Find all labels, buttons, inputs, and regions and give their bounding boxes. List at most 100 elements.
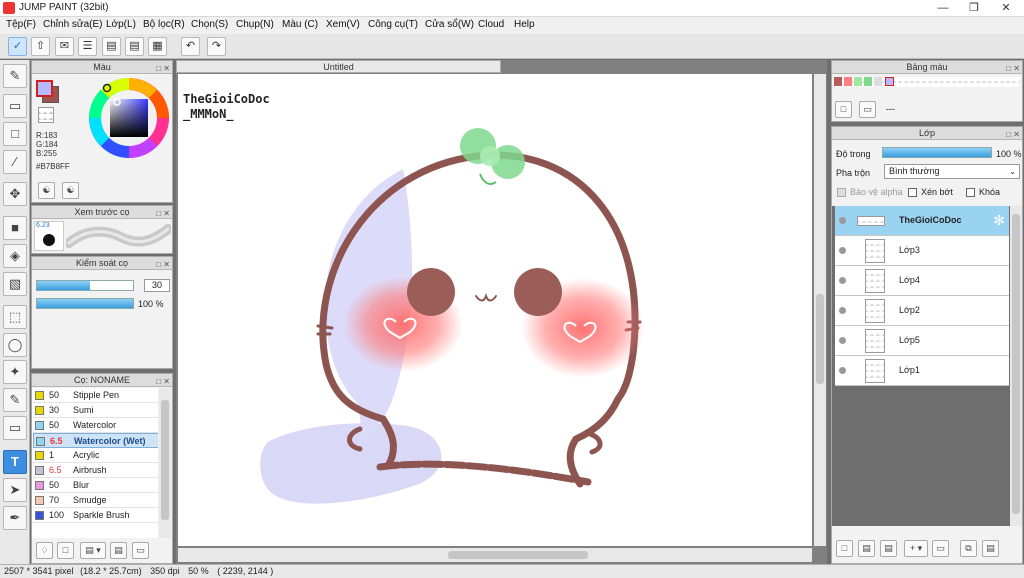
menu-file[interactable]: Tệp(F) xyxy=(6,19,36,30)
blend-mode-select[interactable]: Bình thường ⌄ xyxy=(884,164,1020,179)
panel-close-icon[interactable]: □ ✕ xyxy=(156,207,170,220)
menu-help[interactable]: Help xyxy=(514,19,535,30)
brush-settings-icon[interactable]: ▤ xyxy=(110,542,127,559)
brush-item-watercolor[interactable]: 50 Watercolor xyxy=(33,418,158,433)
brush-add-dropdown-icon[interactable]: ▤ ▾ xyxy=(80,542,106,559)
menu-capture[interactable]: Chụp(N) xyxy=(236,19,274,30)
rect-select-icon[interactable]: ⬚ xyxy=(3,305,27,329)
palette-new-icon[interactable]: □ xyxy=(835,101,852,118)
menu-filter[interactable]: Bộ lọc(R) xyxy=(143,19,185,30)
palette-delete-icon[interactable]: ▭ xyxy=(859,101,876,118)
visibility-icon[interactable] xyxy=(839,307,846,314)
panel-close-icon[interactable]: □ ✕ xyxy=(156,375,170,388)
canvas-vertical-scrollbar[interactable] xyxy=(814,74,826,546)
visibility-icon[interactable] xyxy=(839,217,846,224)
brush-item-sparkle-brush[interactable]: 100 Sparkle Brush xyxy=(33,508,158,523)
bucket-tool-icon[interactable]: ◈ xyxy=(3,244,27,268)
merge-layer-icon[interactable]: ▤ xyxy=(982,540,999,557)
move-tool-icon[interactable]: ✥ xyxy=(3,182,27,206)
new-layer-1bit-icon[interactable]: ▤ xyxy=(880,540,897,557)
new-layer-icon[interactable]: □ xyxy=(836,540,853,557)
rectangle-tool-icon[interactable]: □ xyxy=(3,122,27,146)
protect-alpha-checkbox[interactable] xyxy=(837,188,846,197)
select-eraser-icon[interactable]: ▭ xyxy=(3,416,27,440)
brush-item-stipple-pen[interactable]: 50 Stipple Pen xyxy=(33,388,158,403)
visibility-icon[interactable] xyxy=(839,367,846,374)
pen-tool-icon[interactable]: ✎ xyxy=(3,64,27,88)
brush-list-scrollbar[interactable] xyxy=(159,388,171,538)
brush-item-acrylic[interactable]: 1 Acrylic xyxy=(33,448,158,463)
layer-row-lop3[interactable]: Lớp3 xyxy=(835,236,1009,266)
palette-icon[interactable]: ☯ xyxy=(38,182,55,199)
brush-tree-icon[interactable]: ♢ xyxy=(36,542,53,559)
clipping-checkbox[interactable] xyxy=(908,188,917,197)
drawing-canvas[interactable]: TheGioiCoDoc _MMMoN_ xyxy=(178,74,812,546)
brush-size-slider[interactable] xyxy=(36,280,134,291)
transparent-color-swatch[interactable] xyxy=(38,107,54,123)
line-tool-icon[interactable]: ∕ xyxy=(3,150,27,174)
brush-item-blur[interactable]: 50 Blur xyxy=(33,478,158,493)
layer-opacity-slider[interactable] xyxy=(882,147,992,158)
layer-row-thegioicodoc[interactable]: TheGioiCoDoc ✻ xyxy=(835,206,1009,236)
brush-item-airbrush[interactable]: 6.5 Airbrush xyxy=(33,463,158,478)
lock-checkbox[interactable] xyxy=(966,188,975,197)
menu-tools[interactable]: Công cụ(T) xyxy=(368,19,418,30)
new-layer-8bit-icon[interactable]: ▤ xyxy=(858,540,875,557)
brush-folder-icon[interactable]: ▭ xyxy=(132,542,149,559)
redo-icon[interactable]: ↷ xyxy=(207,37,226,56)
layer-settings-icon[interactable]: ✻ xyxy=(993,212,1005,229)
canvas-horizontal-scrollbar[interactable] xyxy=(178,548,812,562)
brush-item-smudge[interactable]: 70 Smudge xyxy=(33,493,158,508)
palette-swatches[interactable] xyxy=(834,77,1020,87)
cloud-sync-icon[interactable]: ✓ xyxy=(8,37,27,56)
visibility-icon[interactable] xyxy=(839,337,846,344)
menu-layer[interactable]: Lớp(L) xyxy=(106,19,136,30)
text-tool-icon[interactable]: T xyxy=(3,450,27,474)
eraser-tool-icon[interactable]: ▭ xyxy=(3,94,27,118)
menu-cloud[interactable]: Cloud xyxy=(478,19,504,30)
share-icon[interactable]: ⇧ xyxy=(31,37,50,56)
brush-item-watercolor-wet[interactable]: 6.5 Watercolor (Wet) xyxy=(33,433,158,448)
comment-icon[interactable]: ✉ xyxy=(55,37,74,56)
panel-close-icon[interactable]: □ ✕ xyxy=(1006,62,1020,75)
visibility-icon[interactable] xyxy=(839,277,846,284)
page-icon[interactable]: ▤ xyxy=(125,37,144,56)
layout-icon[interactable]: ▦ xyxy=(148,37,167,56)
layer-row-lop5[interactable]: Lớp5 xyxy=(835,326,1009,356)
color-picker-icon[interactable]: ☯ xyxy=(62,182,79,199)
new-brush-icon[interactable]: □ xyxy=(57,542,74,559)
brush-size-input[interactable]: 30 xyxy=(144,279,170,292)
panel-close-icon[interactable]: □ ✕ xyxy=(156,62,170,75)
document-icon[interactable]: ▤ xyxy=(102,37,121,56)
magic-wand-icon[interactable]: ✦ xyxy=(3,360,27,384)
panel-close-icon[interactable]: □ ✕ xyxy=(156,258,170,271)
panel-close-icon[interactable]: □ ✕ xyxy=(1006,128,1020,141)
close-icon[interactable]: ✕ xyxy=(990,0,1022,17)
eyedropper-icon[interactable]: ✒ xyxy=(3,506,27,530)
layer-row-lop2[interactable]: Lớp2 xyxy=(835,296,1009,326)
document-tab[interactable]: Untitled xyxy=(176,60,501,73)
undo-icon[interactable]: ↶ xyxy=(181,37,200,56)
menu-edit[interactable]: Chỉnh sửa(E) xyxy=(43,19,103,30)
menu-view[interactable]: Xem(V) xyxy=(326,19,360,30)
minimize-icon[interactable]: — xyxy=(927,0,959,17)
lasso-select-icon[interactable]: ◯ xyxy=(3,333,27,357)
gradient-tool-icon[interactable]: ▧ xyxy=(3,272,27,296)
maximize-icon[interactable]: ❐ xyxy=(958,0,990,17)
fill-rect-tool-icon[interactable]: ■ xyxy=(3,216,27,240)
primary-color-swatch[interactable] xyxy=(36,80,53,97)
layer-row-lop4[interactable]: Lớp4 xyxy=(835,266,1009,296)
menu-color[interactable]: Màu (C) xyxy=(282,19,318,30)
brush-item-sumi[interactable]: 30 Sumi xyxy=(33,403,158,418)
add-layer-dropdown-icon[interactable]: + ▾ xyxy=(904,540,928,557)
operation-tool-icon[interactable]: ➤ xyxy=(3,478,27,502)
visibility-icon[interactable] xyxy=(839,247,846,254)
select-pen-icon[interactable]: ✎ xyxy=(3,388,27,412)
layer-row-lop1[interactable]: Lớp1 xyxy=(835,356,1009,386)
menu-window[interactable]: Cửa sổ(W) xyxy=(425,19,474,30)
color-wheel[interactable] xyxy=(87,76,171,160)
menu-select[interactable]: Chọn(S) xyxy=(191,19,228,30)
brush-opacity-slider[interactable] xyxy=(36,298,134,309)
layer-folder-icon[interactable]: ▭ xyxy=(932,540,949,557)
message-icon[interactable]: ☰ xyxy=(78,37,97,56)
